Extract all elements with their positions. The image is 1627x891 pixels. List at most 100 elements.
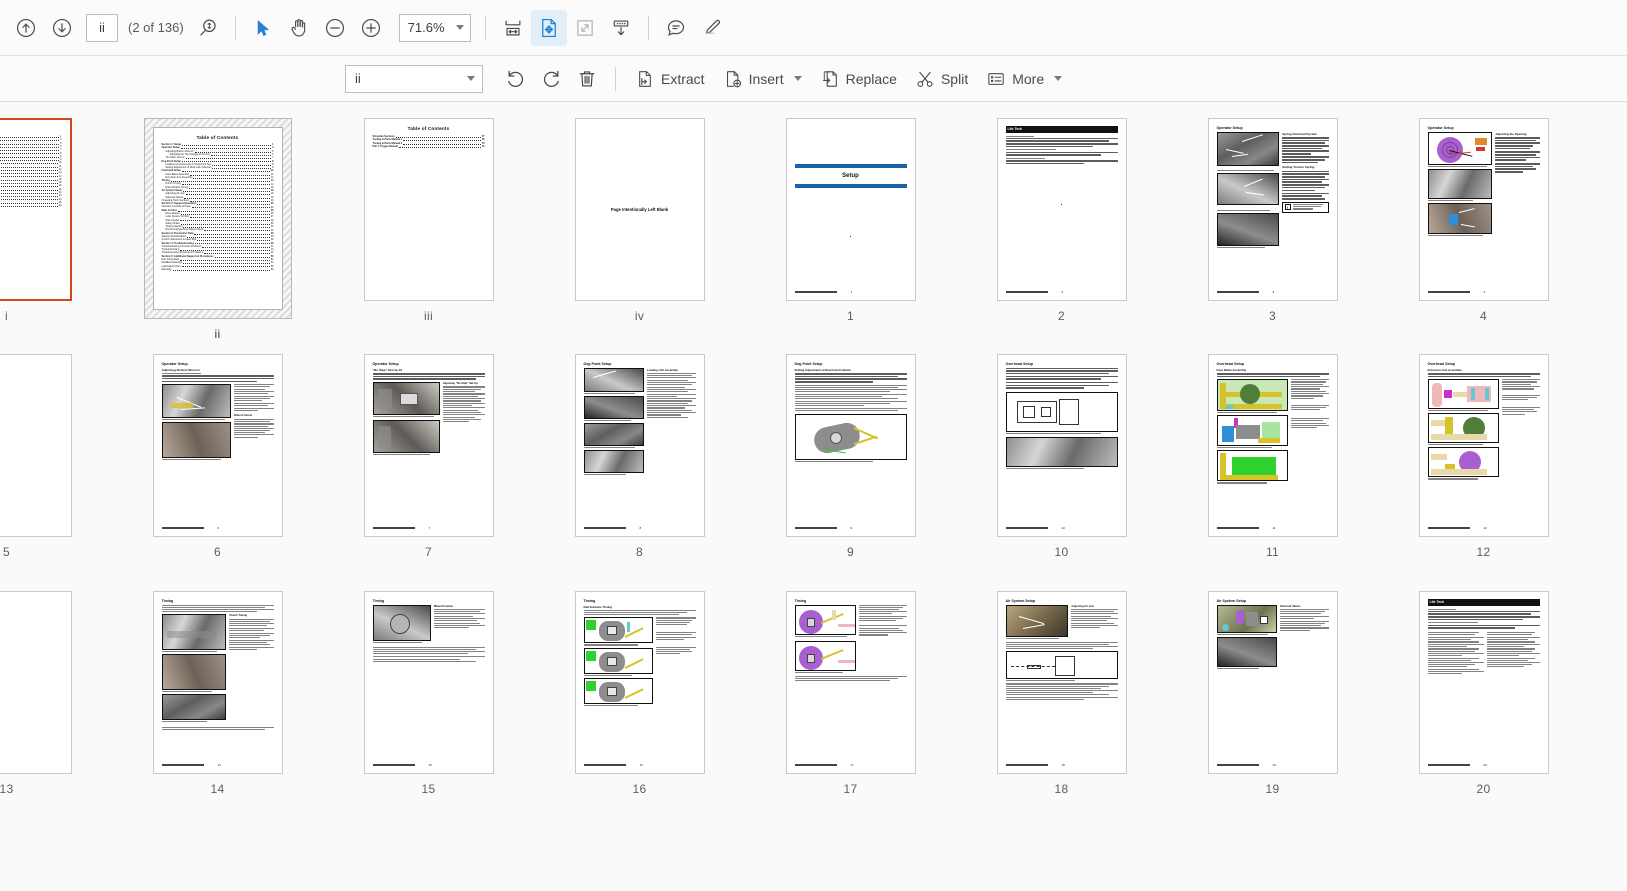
page-thumbnail-8[interactable]: Dog Point Setup Loading Unit Assembly 8: [574, 354, 705, 537]
previous-page-icon[interactable]: [8, 10, 44, 46]
page-label: 11: [1265, 545, 1280, 559]
toc-entry: Timing14: [0, 171, 62, 175]
page-thumbnails-icon[interactable]: [530, 9, 567, 46]
subsection-heading: Adjusting the Opening: [1495, 131, 1527, 136]
thumbnail-cell[interactable]: Table of Contents Schedule Sections 57 Too…: [323, 118, 534, 323]
page-thumbnail-20[interactable]: Life Tech 20: [1418, 591, 1549, 774]
thumbnail-cell[interactable]: Dog Point Setup Loading Unit Assembly 8 …: [534, 354, 745, 559]
page-number-input[interactable]: ii: [86, 13, 118, 42]
thumbnail-cell[interactable]: Page Intentionally Left Blank iv: [534, 118, 745, 323]
subsection-heading: "No Slap" Set-Up #2: [372, 367, 403, 372]
page-thumbnail-15[interactable]: Timing Wheel Position 15: [363, 591, 494, 774]
page-thumbnail-12[interactable]: Overhead Setup Extrusion Arm Assembly 12: [1418, 354, 1549, 537]
find-page-icon[interactable]: [190, 10, 226, 46]
figure-image: [1005, 604, 1069, 637]
page-thumbnail-19[interactable]: Air System Setup Solenoid Valves 19: [1207, 591, 1338, 774]
page-thumbnail-13[interactable]: [0, 591, 72, 774]
page-thumbnail-iii[interactable]: Table of Contents Schedule Sections 57 Too…: [363, 118, 494, 301]
thumbnail-cell[interactable]: Timing Wheel Position 15 15: [323, 591, 534, 796]
page-header-text: Timing: [583, 599, 596, 603]
page-label: i: [5, 309, 8, 323]
thumbnail-cell[interactable]: Overhead Setup Face Blank Assembly 11 11: [1167, 354, 1378, 559]
page-label: 15: [421, 782, 436, 796]
thumbnail-cell[interactable]: Operator Setup: [1378, 118, 1589, 323]
split-button[interactable]: Split: [906, 62, 977, 96]
figure-image: [583, 647, 653, 674]
thumbnail-cell[interactable]: Life Tech 2 2: [956, 118, 1167, 323]
zoom-in-icon[interactable]: [353, 10, 389, 46]
page-footer: 15: [372, 763, 485, 767]
page-selection-select[interactable]: ii: [345, 64, 483, 93]
next-page-icon[interactable]: [44, 10, 80, 46]
thumbnail-cell[interactable]: Overhead Setup 10 10: [956, 354, 1167, 559]
page-thumbnail-pane[interactable]: Section 1: Setup1Operator Setup3Adjustin…: [0, 102, 1627, 891]
page-thumbnail-4[interactable]: Operator Setup Adjusting the Opening 4: [1418, 118, 1549, 301]
delete-button[interactable]: [569, 61, 605, 97]
toc-entry: Adjusting Air Jets18: [0, 184, 62, 188]
thumbnail-cell[interactable]: Setup 1 1: [745, 118, 956, 323]
page-thumbnail-11[interactable]: Overhead Setup Face Blank Assembly 11: [1207, 354, 1338, 537]
thumbnail-cell[interactable]: Dog Point Setup Setting Adjustment of Du…: [745, 354, 956, 559]
figure-image: [1216, 379, 1289, 412]
page-label: 12: [1476, 545, 1491, 559]
thumbnail-cell[interactable]: Operator Setup "No Slap" Set-Up #2 Adjus…: [323, 354, 534, 559]
page-thumbnail-6[interactable]: Operator Setup Adjusting Bottom Wrench B…: [152, 354, 283, 537]
page-thumbnail-5[interactable]: [0, 354, 72, 537]
highlight-icon[interactable]: [694, 10, 730, 46]
undo-button[interactable]: [497, 61, 533, 97]
figure-image: [583, 367, 644, 392]
zoom-out-icon[interactable]: [317, 10, 353, 46]
thumbnail-cell[interactable]: Timing Dial Indicator Timing 16 16: [534, 591, 745, 796]
figure-image: [583, 422, 644, 446]
select-tool-icon[interactable]: [245, 10, 281, 46]
scroll-mode-icon[interactable]: [603, 10, 639, 46]
thumbnail-cell[interactable]: Life Tech 20 20: [1378, 591, 1589, 796]
toc-title: Table of Contents: [196, 135, 239, 140]
comment-icon[interactable]: [658, 10, 694, 46]
page-thumbnail-3[interactable]: Operator Setup Spring Overload System Se…: [1207, 118, 1338, 301]
replace-button[interactable]: Replace: [811, 62, 906, 96]
thumbnail-cell-selected[interactable]: Table of Contents Section 1: Setup 1 Opera…: [112, 118, 323, 341]
page-thumbnail-9[interactable]: Dog Point Setup Setting Adjustment of Du…: [785, 354, 916, 537]
page-thumbnail-1[interactable]: Setup 1: [785, 118, 916, 301]
thumbnail-cell[interactable]: Section 1: Setup1Operator Setup3Adjustin…: [0, 118, 112, 323]
toc-entry: Punch Timing14: [0, 175, 62, 178]
divider-bar-bottom: [794, 184, 907, 188]
redo-button[interactable]: [533, 61, 569, 97]
thumbnail-cell[interactable]: Operator Setup: [1167, 118, 1378, 323]
page-thumbnail-7[interactable]: Operator Setup "No Slap" Set-Up #2 Adjus…: [363, 354, 494, 537]
fit-width-icon[interactable]: [495, 10, 531, 46]
page-thumbnail-18[interactable]: Air System Setup Adjusting Air Jets 18: [996, 591, 1127, 774]
thumbnail-cell[interactable]: Air System Setup Adjusting Air Jets 18 1…: [956, 591, 1167, 796]
thumbnail-cell[interactable]: 13: [0, 591, 112, 796]
page-thumbnail-i[interactable]: Section 1: Setup1Operator Setup3Adjustin…: [0, 118, 72, 301]
page-thumbnail-16[interactable]: Timing Dial Indicator Timing 16: [574, 591, 705, 774]
page-footer: 1: [794, 290, 907, 294]
extract-button[interactable]: Extract: [626, 62, 714, 96]
thumbnail-cell[interactable]: Overhead Setup Extrusion Arm Assembly 12…: [1378, 354, 1589, 559]
thumbnail-cell[interactable]: Air System Setup Solenoid Valves 19 19: [1167, 591, 1378, 796]
figure-image: [1216, 450, 1289, 482]
page-thumbnail-14[interactable]: Timing Punch Timing 14: [152, 591, 283, 774]
toc-entry-list: Schedule Sections 57 Tooling & Parts Manua…: [373, 135, 485, 148]
toc-entry: Face Blank Assembly11: [0, 165, 62, 169]
subsection-heading: Adjusting Air Jets: [1071, 604, 1095, 608]
fit-page-icon[interactable]: [567, 10, 603, 46]
page-footer: 12: [1427, 526, 1540, 530]
thumbnail-cell[interactable]: Timing: [112, 591, 323, 796]
insert-button[interactable]: Insert: [714, 62, 811, 96]
thumbnail-cell[interactable]: Timing: [745, 591, 956, 796]
page-thumbnail-ii[interactable]: Table of Contents Section 1: Setup 1 Opera…: [152, 127, 283, 310]
replace-label: Replace: [845, 70, 897, 87]
page-thumbnail-iv[interactable]: Page Intentionally Left Blank: [574, 118, 705, 301]
page-header-text: Operator Setup: [1216, 126, 1243, 130]
hand-tool-icon[interactable]: [281, 10, 317, 46]
thumbnail-cell[interactable]: Operator Setup Adjusting Bottom Wrench B…: [112, 354, 323, 559]
page-thumbnail-10[interactable]: Overhead Setup 10: [996, 354, 1127, 537]
thumbnail-cell[interactable]: 5: [0, 354, 112, 559]
page-thumbnail-17[interactable]: Timing 17: [785, 591, 916, 774]
more-button[interactable]: More: [977, 62, 1071, 96]
zoom-level-select[interactable]: 71.6%: [398, 13, 471, 42]
page-count-label: (2 of 136): [128, 20, 184, 35]
page-thumbnail-2[interactable]: Life Tech 2: [996, 118, 1127, 301]
